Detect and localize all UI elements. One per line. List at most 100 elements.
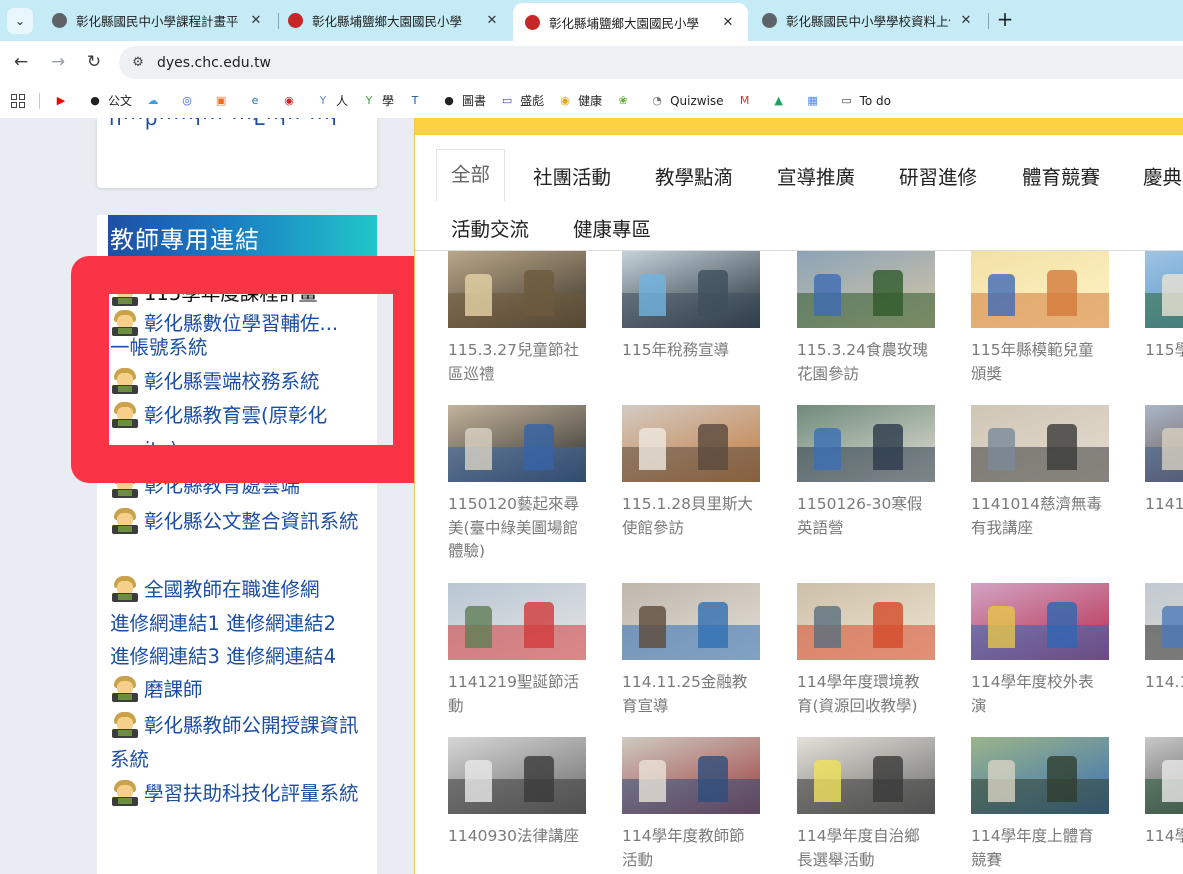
- photo-caption[interactable]: 115.1.28貝里斯大使館參訪: [622, 493, 760, 540]
- photo-caption[interactable]: 114學年度自治鄉長選舉活動: [797, 825, 935, 872]
- gallery-card[interactable]: 1150120藝起來尋美(臺中綠美圖場館體驗): [448, 405, 586, 564]
- back-arrow-icon[interactable]: ←: [8, 49, 34, 75]
- close-icon[interactable]: ✕: [720, 15, 736, 30]
- gallery-card[interactable]: 1150126-30寒假英語營: [797, 405, 935, 540]
- bookmark-item[interactable]: T: [407, 93, 428, 109]
- gallery-card[interactable]: 114.1慈善會: [1145, 583, 1183, 695]
- category-tab[interactable]: 全部: [436, 149, 506, 201]
- bookmark-item[interactable]: ▣: [213, 93, 234, 109]
- photo-caption[interactable]: 1140930法律講座: [448, 825, 586, 849]
- photo-thumbnail[interactable]: [797, 583, 935, 660]
- photo-caption[interactable]: 1150120藝起來尋美(臺中綠美圖場館體驗): [448, 493, 586, 564]
- photo-thumbnail[interactable]: [622, 583, 760, 660]
- bookmark-item[interactable]: ▭ 盛彪: [499, 92, 544, 109]
- photo-thumbnail[interactable]: [797, 405, 935, 482]
- photo-thumbnail[interactable]: [622, 737, 760, 814]
- teacher-link[interactable]: 磨課師: [110, 673, 360, 707]
- browser-tab-1[interactable]: 彰化縣國民中小學課程計畫平台 ✕: [40, 0, 276, 41]
- gallery-card[interactable]: 115.3.24食農玫瑰花園參訪: [797, 251, 935, 386]
- photo-caption[interactable]: 115.3.27兒童節社區巡禮: [448, 339, 586, 386]
- category-tab[interactable]: 體育競賽: [1022, 161, 1100, 190]
- photo-thumbnail[interactable]: [1145, 737, 1183, 814]
- photo-thumbnail[interactable]: [971, 737, 1109, 814]
- photo-caption[interactable]: 114.11.25金融教育宣導: [622, 671, 760, 718]
- bookmark-item[interactable]: ▦: [805, 93, 826, 109]
- gallery-card[interactable]: 1141014慈濟無毒有我講座: [971, 405, 1109, 540]
- address-bar[interactable]: ⚙ dyes.chc.edu.tw: [119, 46, 1183, 79]
- gallery-card[interactable]: 115.3.27兒童節社區巡禮: [448, 251, 586, 386]
- gallery-card[interactable]: 115年稅務宣導: [622, 251, 760, 363]
- photo-caption[interactable]: 114學活動: [1145, 825, 1183, 849]
- bookmark-item[interactable]: Y人: [315, 92, 348, 109]
- category-tab[interactable]: 社團活動: [533, 161, 611, 190]
- reload-icon[interactable]: ↻: [81, 49, 107, 75]
- photo-caption[interactable]: 115.3.24食農玫瑰花園參訪: [797, 339, 935, 386]
- bookmark-item[interactable]: ◉ 健康: [557, 92, 602, 109]
- apps-grid-icon[interactable]: [11, 93, 25, 108]
- category-tab[interactable]: 教學點滴: [655, 161, 733, 190]
- photo-thumbnail[interactable]: [971, 405, 1109, 482]
- gallery-card[interactable]: 114學年度教師節活動: [622, 737, 760, 872]
- bookmark-item[interactable]: ▭ To do: [839, 93, 891, 109]
- close-icon[interactable]: ✕: [484, 13, 500, 28]
- bookmark-item[interactable]: e: [247, 93, 268, 109]
- teacher-link[interactable]: 彰化縣教師公開授課資訊系統: [110, 709, 360, 777]
- photo-thumbnail[interactable]: [1145, 583, 1183, 660]
- photo-thumbnail[interactable]: [971, 251, 1109, 328]
- gallery-card[interactable]: 1140930法律講座: [448, 737, 586, 849]
- photo-caption[interactable]: 115年縣模範兒童頒獎: [971, 339, 1109, 386]
- photo-thumbnail[interactable]: [448, 737, 586, 814]
- photo-caption[interactable]: 114.1慈善會: [1145, 671, 1183, 695]
- photo-thumbnail[interactable]: [1145, 405, 1183, 482]
- gallery-card[interactable]: 115年縣模範兒童頒獎: [971, 251, 1109, 386]
- browser-tab-2[interactable]: 彰化縣埔鹽鄉大園國民小學 ✕: [276, 0, 512, 41]
- gallery-card[interactable]: 114.11.25金融教育宣導: [622, 583, 760, 718]
- category-tab[interactable]: 慶典: [1143, 161, 1182, 190]
- bookmark-item[interactable]: ▶: [53, 93, 74, 109]
- photo-caption[interactable]: 114學年度環境教育(資源回收教學): [797, 671, 935, 718]
- category-tab[interactable]: 健康專區: [573, 213, 651, 242]
- photo-caption[interactable]: 115年稅務宣導: [622, 339, 760, 363]
- photo-thumbnail[interactable]: [971, 583, 1109, 660]
- teacher-link[interactable]: 全國教師在職進修網: [110, 573, 360, 607]
- bookmark-item[interactable]: ☁: [145, 93, 166, 109]
- teacher-link[interactable]: 彰化縣公文整合資訊系統: [110, 505, 360, 539]
- bookmark-item[interactable]: ◎: [179, 93, 200, 109]
- gallery-card[interactable]: 115.1.28貝里斯大使館參訪: [622, 405, 760, 540]
- site-settings-icon[interactable]: ⚙: [129, 55, 147, 70]
- bookmark-item[interactable]: M: [737, 93, 758, 109]
- bookmark-item[interactable]: ▲: [771, 93, 792, 109]
- photo-caption[interactable]: 1141219聖誕節活動: [448, 671, 586, 718]
- browser-tab-3-active[interactable]: 彰化縣埔鹽鄉大園國民小學 ✕: [513, 3, 748, 41]
- photo-thumbnail[interactable]: [448, 583, 586, 660]
- bookmark-item[interactable]: ● 圖書: [441, 92, 486, 109]
- photo-thumbnail[interactable]: [448, 251, 586, 328]
- photo-caption[interactable]: 1150126-30寒假英語營: [797, 493, 935, 540]
- bookmark-item[interactable]: ◉: [281, 93, 302, 109]
- category-tab[interactable]: 研習進修: [899, 161, 977, 190]
- photo-caption[interactable]: 114學年度上體育競賽: [971, 825, 1109, 872]
- photo-thumbnail[interactable]: [797, 737, 935, 814]
- gallery-card[interactable]: 1141219聖誕節活動: [448, 583, 586, 718]
- gallery-card[interactable]: 114學活動: [1145, 737, 1183, 849]
- photo-caption[interactable]: 114學年度校外表演: [971, 671, 1109, 718]
- new-tab-button[interactable]: +: [993, 8, 1017, 32]
- teacher-link[interactable]: 學習扶助科技化評量系統: [110, 777, 360, 811]
- photo-caption[interactable]: 115學: [1145, 339, 1183, 363]
- url-text[interactable]: dyes.chc.edu.tw: [157, 55, 271, 71]
- photo-thumbnail[interactable]: [622, 405, 760, 482]
- category-tab[interactable]: 活動交流: [451, 213, 529, 242]
- teacher-link[interactable]: 進修網連結3 進修網連結4: [110, 640, 360, 674]
- gallery-card[interactable]: 114學年度自治鄉長選舉活動: [797, 737, 935, 872]
- browser-tab-4[interactable]: 彰化縣國民中小學學校資料上傳 ✕: [750, 0, 986, 41]
- bookmark-item[interactable]: ● 公文: [87, 92, 132, 109]
- photo-thumbnail[interactable]: [622, 251, 760, 328]
- photo-caption[interactable]: 1141014慈濟無毒有我講座: [971, 493, 1109, 540]
- photo-caption[interactable]: 114學年度教師節活動: [622, 825, 760, 872]
- tab-search-menu-button[interactable]: ⌄: [7, 8, 33, 34]
- close-icon[interactable]: ✕: [248, 13, 264, 28]
- gallery-card[interactable]: 114學年度上體育競賽: [971, 737, 1109, 872]
- photo-thumbnail[interactable]: [797, 251, 935, 328]
- gallery-card[interactable]: 11412館廷市: [1145, 405, 1183, 517]
- teacher-link[interactable]: 進修網連結1 進修網連結2: [110, 607, 360, 641]
